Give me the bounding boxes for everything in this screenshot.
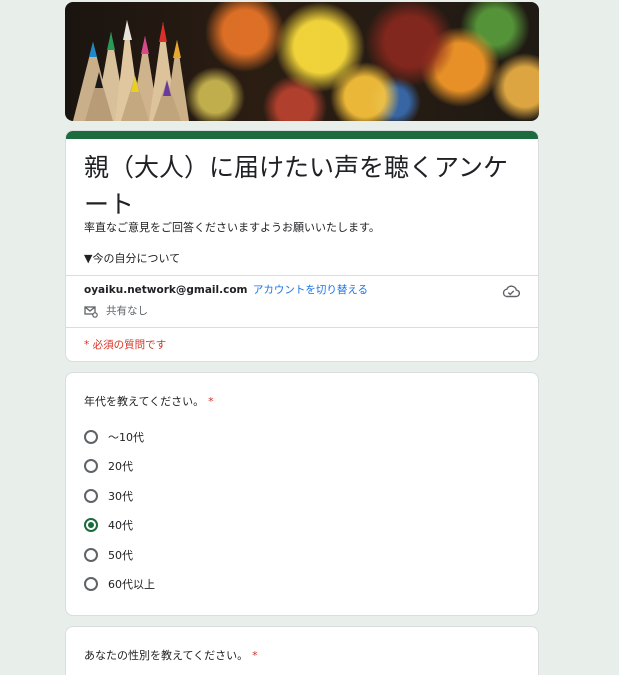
account-email: oyaiku.network@gmail.com [84, 284, 248, 296]
required-asterisk: * [252, 649, 258, 662]
radio-button[interactable] [84, 577, 98, 591]
question-card-age: 年代を教えてください。 * 〜10代 20代 30代 40代 50代 60代以上 [65, 372, 539, 616]
pencils-illustration [73, 20, 189, 121]
form-description: 率直なご意見をご回答くださいますようお願いいたします。 [84, 221, 380, 234]
form-title-card: 親（大人）に届けたい声を聴くアンケート 率直なご意見をご回答くださいますようお願… [65, 130, 539, 362]
divider [66, 275, 538, 276]
option-label: 〜10代 [108, 431, 144, 444]
required-asterisk: * [208, 395, 214, 408]
divider [66, 327, 538, 328]
option-label: 20代 [108, 460, 133, 473]
radio-button-checked[interactable] [84, 518, 98, 532]
section-intro: ▼今の自分について [84, 252, 181, 265]
cloud-check-icon [502, 285, 520, 298]
question-text: あなたの性別を教えてください。 [84, 649, 249, 662]
required-note: * 必須の質問です [84, 339, 167, 351]
radio-option[interactable]: 20代 [84, 457, 133, 475]
radio-button[interactable] [84, 489, 98, 503]
question-title: 年代を教えてください。 * [84, 393, 214, 409]
question-card-gender: あなたの性別を教えてください。 * [65, 626, 539, 675]
share-status: 共有なし [84, 303, 148, 319]
radio-option[interactable]: 60代以上 [84, 575, 155, 593]
share-status-label: 共有なし [106, 305, 148, 317]
radio-button[interactable] [84, 430, 98, 444]
radio-option[interactable]: 50代 [84, 546, 133, 564]
option-label: 30代 [108, 490, 133, 503]
option-label: 40代 [108, 519, 133, 532]
radio-option-selected[interactable]: 40代 [84, 516, 133, 534]
question-title: あなたの性別を教えてください。 * [84, 647, 258, 663]
form-title: 親（大人）に届けたい声を聴くアンケート [84, 153, 509, 219]
option-label: 60代以上 [108, 578, 155, 591]
option-label: 50代 [108, 549, 133, 562]
switch-account-link[interactable]: アカウントを切り替える [253, 284, 368, 296]
radio-option[interactable]: 30代 [84, 487, 133, 505]
question-text: 年代を教えてください。 [84, 395, 205, 408]
radio-button[interactable] [84, 548, 98, 562]
account-info: oyaiku.network@gmail.com アカウントを切り替える [84, 283, 368, 297]
mail-settings-icon [84, 304, 98, 318]
radio-option[interactable]: 〜10代 [84, 428, 144, 446]
header-banner-image [65, 2, 539, 121]
form-container: 親（大人）に届けたい声を聴くアンケート 率直なご意見をご回答くださいますようお願… [65, 2, 539, 675]
radio-button[interactable] [84, 459, 98, 473]
theme-color-bar [66, 131, 538, 139]
